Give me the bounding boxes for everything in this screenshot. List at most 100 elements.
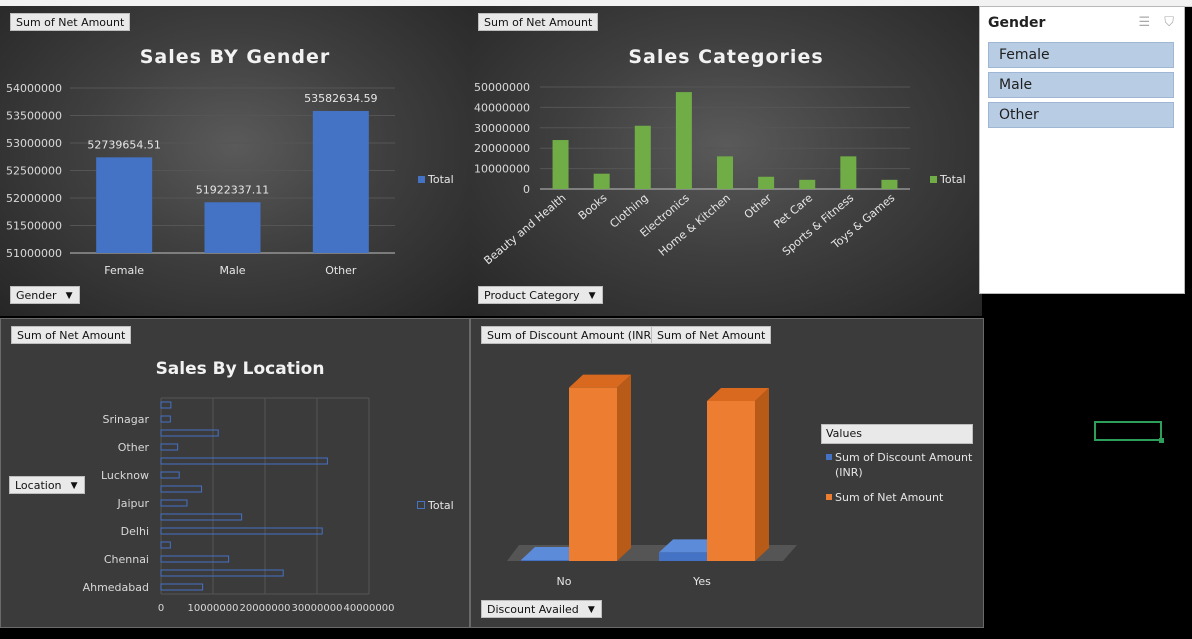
bar-location — [160, 583, 204, 591]
bar-category — [881, 179, 898, 189]
y-tick-label: Jaipur — [116, 497, 149, 510]
legend-swatch-orange — [826, 494, 832, 500]
x-tick-label: 0 — [158, 603, 164, 614]
y-tick-label: 40000000 — [474, 101, 530, 114]
bar-female — [96, 157, 153, 253]
bar-location — [160, 457, 328, 465]
discount-axis-filter-label: Discount Availed — [487, 603, 579, 616]
slicer-item-female[interactable]: Female — [988, 42, 1174, 68]
slicer-item-other[interactable]: Other — [988, 102, 1174, 128]
selected-cell[interactable] — [1094, 421, 1164, 443]
bar-front — [707, 401, 755, 561]
discount-legend-label-2: Sum of Net Amount — [835, 491, 944, 504]
y-tick-label: Delhi — [121, 525, 149, 538]
x-tick-label: Female — [104, 264, 144, 277]
discount-legend-item-2: Sum of Net Amount — [821, 490, 973, 505]
x-tick-label: Other — [325, 264, 357, 277]
bar-category — [758, 176, 775, 189]
bar-location — [160, 415, 171, 423]
location-legend: Total — [417, 499, 454, 512]
data-label: 53582634.59 — [304, 92, 377, 105]
x-tick-label: Beauty and Health — [481, 191, 568, 267]
bar-front — [659, 552, 707, 561]
bar-front — [569, 387, 617, 561]
bar-location — [160, 555, 230, 563]
y-tick-label: 52500000 — [6, 165, 62, 178]
gender-legend-label: Total — [428, 173, 454, 186]
y-tick-label: 53000000 — [6, 137, 62, 150]
bar-side — [755, 388, 769, 561]
bar-other — [312, 110, 369, 253]
bar-location — [160, 541, 171, 549]
discount-legend-title: Values — [821, 424, 973, 444]
discount-legend: Values Sum of Discount Amount (INR) Sum … — [821, 424, 973, 505]
bar-male — [204, 202, 261, 253]
x-tick-label: 40000000 — [344, 603, 395, 614]
bar-category — [840, 156, 857, 189]
gender-slicer[interactable]: Gender ☰ ⛉ Female Male Other — [979, 6, 1185, 294]
bar-location — [160, 429, 219, 437]
legend-swatch-green — [930, 176, 937, 183]
y-tick-label: 10000000 — [474, 163, 530, 176]
bar-side — [617, 374, 631, 561]
y-tick-label: 53500000 — [6, 110, 62, 123]
legend-swatch-blue — [418, 176, 425, 183]
category-chart-plot: 50000000 40000000 30000000 20000000 10000000… — [474, 81, 910, 267]
y-tick-label: Chennai — [104, 553, 149, 566]
category-axis-filter-button[interactable]: Product Category ▼ — [478, 286, 603, 304]
bar-category — [675, 92, 692, 189]
discount-chart-panel[interactable]: Sum of Discount Amount (INR) Sum of Net … — [470, 318, 984, 628]
multi-select-icon[interactable]: ☰ — [1138, 15, 1150, 30]
x-tick-label: Yes — [692, 575, 711, 588]
discount-axis-filter-button[interactable]: Discount Availed ▼ — [481, 600, 602, 618]
x-tick-label: No — [557, 575, 572, 588]
x-tick-label: Sports & Fitness — [780, 191, 857, 258]
discount-legend-item-1: Sum of Discount Amount (INR) — [821, 450, 973, 480]
bar-category — [717, 156, 733, 189]
bar-category — [799, 179, 816, 189]
y-tick-label: 54000000 — [6, 82, 62, 95]
category-axis-filter-label: Product Category — [484, 289, 580, 302]
clear-filter-icon[interactable]: ⛉ — [1164, 15, 1174, 30]
bar-category — [593, 173, 610, 189]
gender-legend: Total — [418, 173, 454, 186]
x-tick-label: 10000000 — [188, 603, 239, 614]
slicer-item-male[interactable]: Male — [988, 72, 1174, 98]
legend-swatch-blue — [826, 454, 832, 460]
gender-axis-filter-button[interactable]: Gender ▼ — [10, 286, 80, 304]
bar-category — [552, 140, 569, 189]
y-tick-label: Lucknow — [101, 469, 149, 482]
x-tick-label: Home & Kitchen — [656, 191, 733, 258]
slicer-title: Gender — [988, 15, 1046, 31]
y-tick-label: 30000000 — [474, 122, 530, 135]
y-tick-label: Ahmedabad — [83, 581, 149, 594]
x-tick-label: Male — [219, 264, 245, 277]
category-legend-label: Total — [940, 173, 966, 186]
y-tick-label: 51500000 — [6, 220, 62, 233]
legend-swatch-outline — [417, 501, 425, 509]
dropdown-arrow-icon: ▼ — [587, 605, 595, 615]
data-label: 51922337.11 — [196, 183, 269, 196]
data-label: 52739654.51 — [87, 138, 160, 151]
bar-location — [160, 401, 172, 409]
location-chart-plot: Ahmedabad Chennai Delhi Jaipur Lucknow Other S… — [83, 397, 395, 614]
location-axis-filter-button[interactable]: Location ▼ — [9, 476, 85, 494]
gender-chart-panel[interactable]: Sum of Net Amount Sales BY Gender 540000… — [0, 6, 470, 316]
bar-location — [160, 513, 243, 521]
bar-category — [634, 125, 651, 189]
y-tick-label: Other — [118, 441, 150, 454]
y-tick-label: Srinagar — [102, 413, 149, 426]
dropdown-arrow-icon: ▼ — [70, 481, 78, 491]
x-tick-label: Other — [742, 191, 775, 221]
category-chart-panel[interactable]: Sum of Net Amount Sales Categories 50000… — [470, 6, 982, 316]
y-tick-label: 51000000 — [6, 247, 62, 260]
location-chart-panel[interactable]: Sum of Net Amount Sales By Location Ahme… — [0, 318, 470, 628]
bar-location — [160, 443, 179, 451]
gender-axis-filter-label: Gender — [16, 289, 57, 302]
y-tick-label: 0 — [523, 183, 530, 196]
dropdown-arrow-icon: ▼ — [65, 291, 73, 301]
y-tick-label: 50000000 — [474, 81, 530, 94]
x-tick-label: Books — [576, 191, 610, 222]
x-tick-label: 20000000 — [240, 603, 291, 614]
bar-location — [160, 499, 188, 507]
